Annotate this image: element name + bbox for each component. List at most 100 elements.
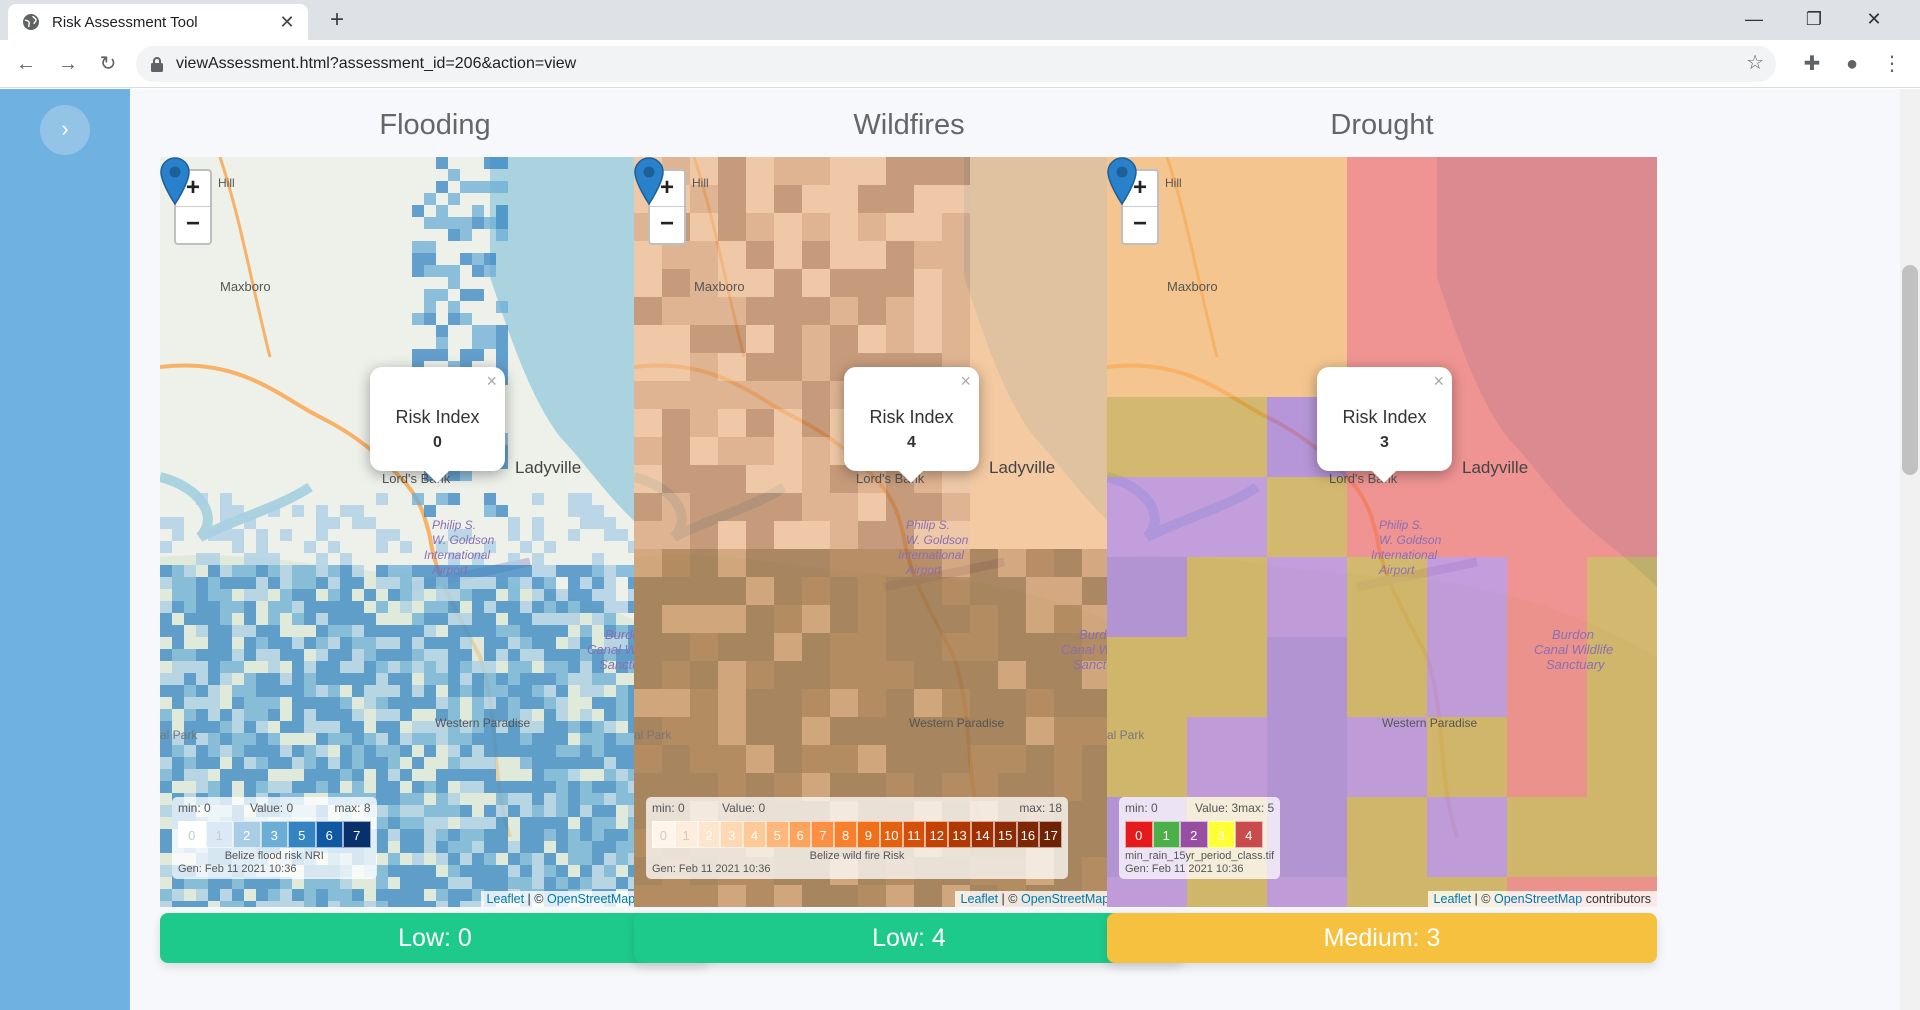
osm-link[interactable]: OpenStreetMap — [1021, 892, 1109, 906]
risk-tile — [496, 205, 508, 217]
scrollbar-thumb[interactable] — [1902, 265, 1918, 475]
sidebar-expand-button[interactable]: › — [40, 105, 90, 155]
risk-tile — [484, 577, 496, 589]
risk-tile — [232, 757, 244, 769]
page-scrollbar[interactable] — [1900, 89, 1920, 1010]
risk-tile — [340, 601, 352, 613]
risk-tile — [328, 649, 340, 661]
osm-link[interactable]: OpenStreetMap — [1494, 892, 1582, 906]
location-marker-icon[interactable] — [160, 157, 190, 205]
tab-close-icon[interactable]: ✕ — [276, 12, 298, 33]
risk-tile — [592, 757, 604, 769]
popup-close-icon[interactable]: × — [486, 371, 497, 392]
risk-tile — [774, 745, 802, 773]
risk-tile — [472, 757, 484, 769]
leaflet-link[interactable]: Leaflet — [961, 892, 999, 906]
attrib-sep: | © — [1471, 892, 1494, 906]
risk-tile — [472, 733, 484, 745]
risk-map[interactable]: Hill Maxboro Ladyville Lord's Bank Philip S.… — [1107, 157, 1657, 907]
risk-tile — [424, 289, 436, 301]
risk-tile — [220, 781, 232, 793]
location-marker-icon[interactable] — [634, 157, 664, 205]
risk-tile — [942, 185, 970, 213]
risk-tile — [208, 649, 220, 661]
risk-tile — [998, 297, 1026, 325]
main-content: Flooding Hill Maxboro Ladyville Lord's Bank… — [130, 89, 1900, 1010]
risk-tile — [268, 637, 280, 649]
extensions-icon[interactable]: ✚ — [1796, 48, 1828, 80]
popup-close-icon[interactable]: × — [1433, 371, 1444, 392]
risk-tile — [914, 661, 942, 689]
risk-tile — [568, 757, 580, 769]
risk-tile — [662, 241, 690, 269]
close-window-icon[interactable]: ✕ — [1844, 0, 1904, 40]
risk-tile — [364, 613, 376, 625]
risk-map[interactable]: Hill Maxboro Ladyville Lord's Bank Philip S.… — [160, 157, 710, 907]
legend-swatches: 0123567 — [178, 821, 371, 848]
risk-tile — [544, 829, 556, 841]
new-tab-button[interactable]: + — [322, 6, 352, 36]
reload-icon[interactable]: ↻ — [92, 48, 124, 80]
risk-tile — [634, 605, 662, 633]
popup-label: Risk Index — [395, 407, 480, 427]
risk-tile — [858, 885, 886, 907]
browser-tab[interactable]: Risk Assessment Tool ✕ — [8, 4, 308, 40]
risk-tile — [544, 805, 556, 817]
risk-tile — [220, 889, 232, 901]
risk-tile — [496, 829, 508, 841]
risk-tile — [1267, 877, 1347, 907]
risk-tile — [616, 565, 628, 577]
location-marker-icon[interactable] — [1107, 157, 1137, 205]
risk-tile — [858, 689, 886, 717]
risk-tile — [280, 673, 292, 685]
risk-tile — [472, 613, 484, 625]
risk-tile — [998, 661, 1026, 689]
risk-tile — [412, 685, 424, 697]
risk-map[interactable]: Hill Maxboro Ladyville Lord's Bank Philip S.… — [634, 157, 1184, 907]
zoom-out-button[interactable]: − — [1123, 207, 1157, 243]
risk-tile — [196, 757, 208, 769]
restore-icon[interactable]: ❐ — [1784, 0, 1844, 40]
risk-tile — [292, 661, 304, 673]
address-bar[interactable]: viewAssessment.html?assessment_id=206&ac… — [136, 46, 1776, 82]
back-icon[interactable]: ← — [10, 48, 42, 80]
risk-tile — [448, 685, 460, 697]
popup-close-icon[interactable]: × — [960, 371, 971, 392]
globe-icon — [23, 14, 39, 30]
risk-tile — [774, 353, 802, 381]
risk-tile — [802, 325, 830, 353]
risk-tile — [460, 649, 472, 661]
risk-tile — [304, 613, 316, 625]
risk-tile — [436, 769, 448, 781]
leaflet-link[interactable]: Leaflet — [1434, 892, 1472, 906]
risk-tile — [220, 493, 232, 505]
risk-tile — [436, 601, 448, 613]
risk-tile — [460, 901, 472, 907]
zoom-out-button[interactable]: − — [176, 207, 210, 243]
risk-tile — [568, 721, 580, 733]
risk-tile — [388, 781, 400, 793]
forward-icon[interactable]: → — [52, 48, 84, 80]
risk-tile — [830, 157, 858, 185]
risk-tile — [244, 757, 256, 769]
leaflet-link[interactable]: Leaflet — [487, 892, 525, 906]
risk-tile — [172, 757, 184, 769]
risk-tile — [496, 733, 508, 745]
risk-tile — [256, 889, 268, 901]
risk-tile — [662, 633, 690, 661]
risk-tile — [208, 529, 220, 541]
risk-tile — [268, 553, 280, 565]
risk-tile — [424, 313, 436, 325]
profile-avatar-icon[interactable]: ● — [1836, 48, 1868, 80]
legend-swatch: 5 — [765, 821, 789, 848]
menu-kebab-icon[interactable]: ⋮ — [1876, 48, 1908, 80]
osm-link[interactable]: OpenStreetMap — [547, 892, 635, 906]
risk-tile — [412, 865, 424, 877]
risk-tile — [556, 625, 568, 637]
risk-tile — [448, 805, 460, 817]
bookmark-star-icon[interactable]: ☆ — [1746, 50, 1764, 75]
minimize-icon[interactable]: — — [1724, 0, 1784, 40]
risk-tile — [268, 625, 280, 637]
zoom-out-button[interactable]: − — [650, 207, 684, 243]
risk-tile — [592, 505, 604, 517]
